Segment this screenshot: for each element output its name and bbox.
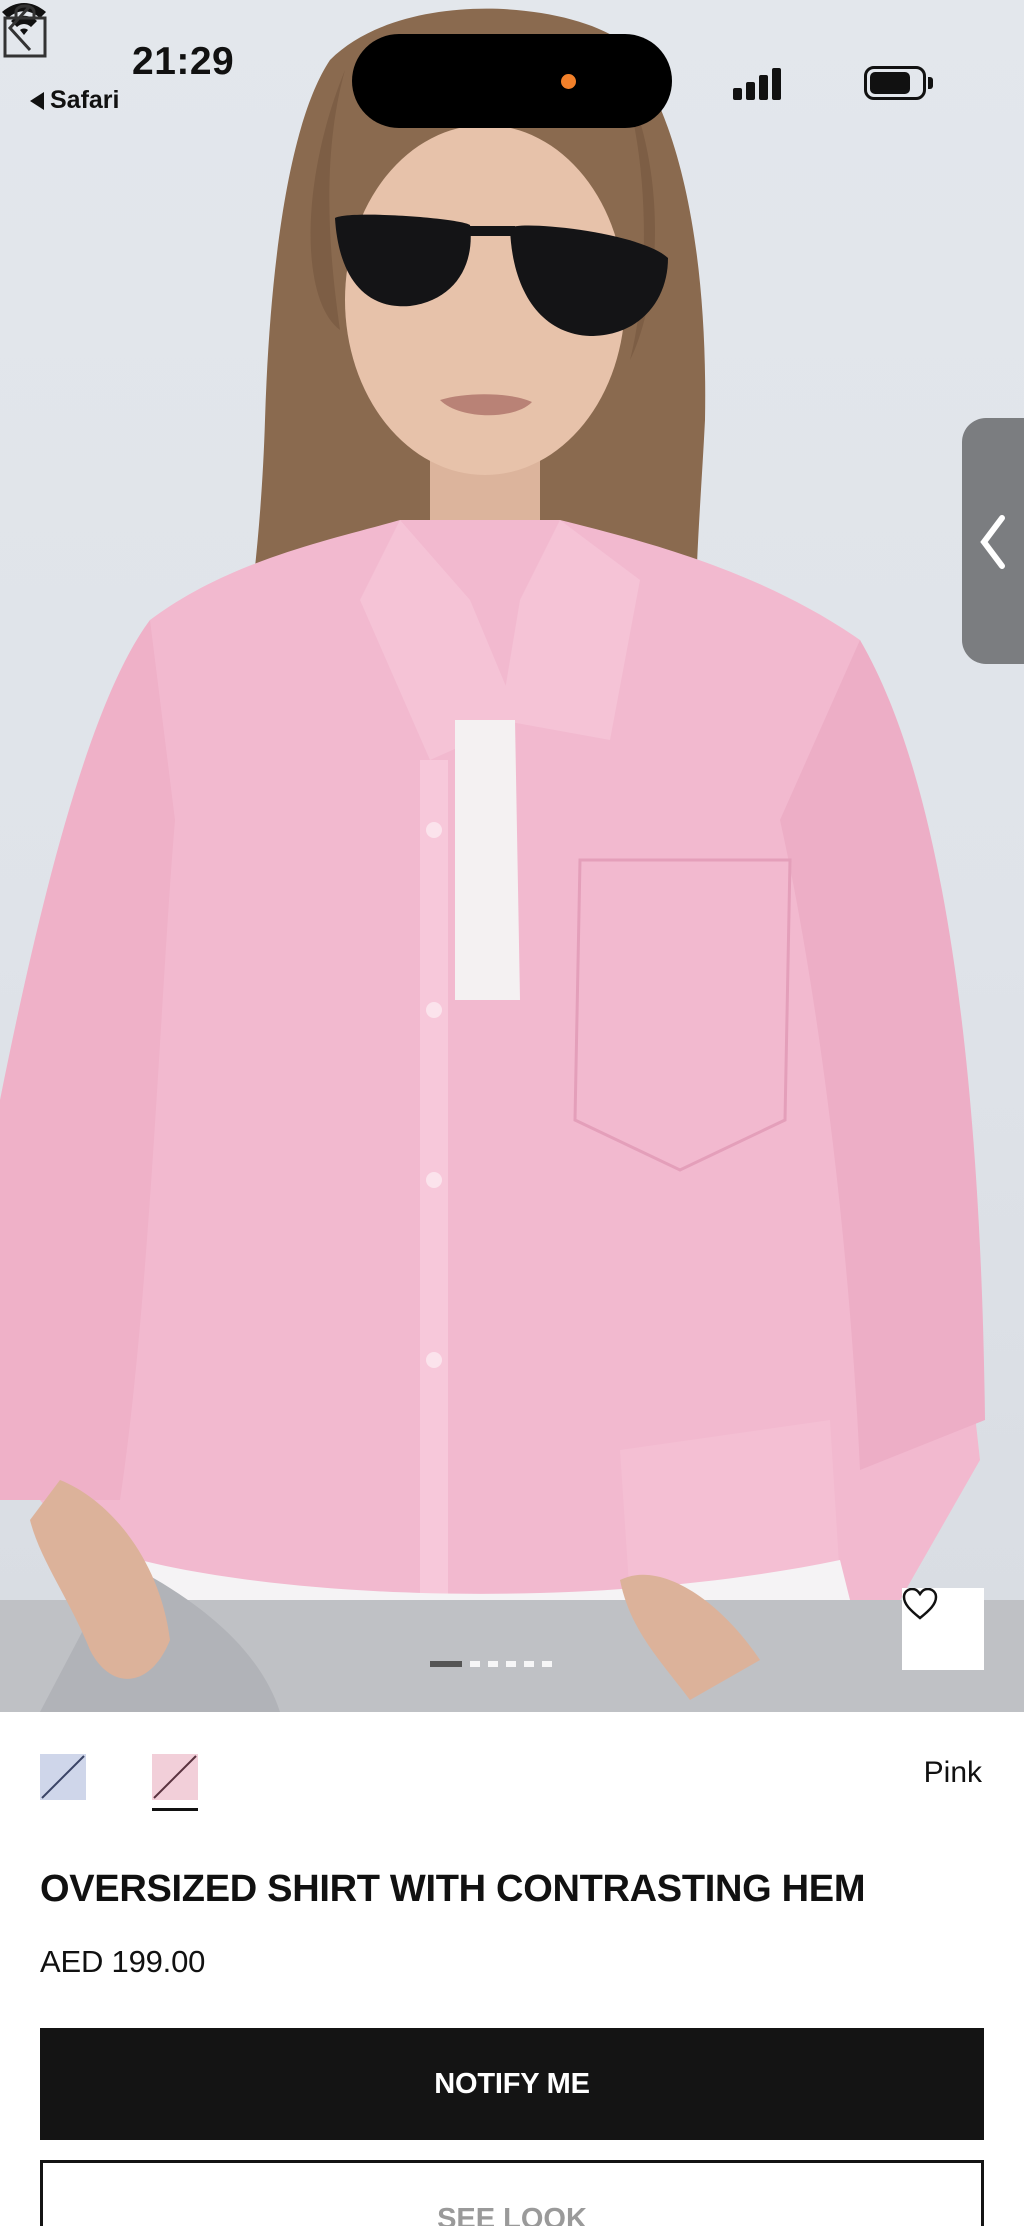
product-title: OVERSIZED SHIRT WITH CONTRASTING HEM bbox=[40, 1868, 866, 1910]
product-price: AED 199.00 bbox=[40, 1944, 206, 1979]
cellular-signal-icon bbox=[733, 66, 785, 100]
color-swatch-blue[interactable] bbox=[40, 1754, 86, 1800]
favorite-button[interactable] bbox=[902, 1588, 984, 1670]
back-to-app-button[interactable]: Safari bbox=[30, 86, 119, 115]
shopping-bag-icon[interactable] bbox=[0, 0, 50, 60]
back-triangle-icon bbox=[30, 91, 44, 110]
gallery-dot[interactable] bbox=[488, 1661, 498, 1667]
dynamic-island bbox=[352, 34, 672, 128]
status-bar: 21:29 Safari bbox=[0, 0, 1024, 130]
heart-icon bbox=[902, 1588, 938, 1620]
color-swatch-pink[interactable] bbox=[152, 1754, 198, 1800]
unavailable-slash-icon bbox=[153, 1755, 197, 1799]
gallery-dot[interactable] bbox=[542, 1661, 552, 1667]
gallery-dot[interactable] bbox=[506, 1661, 516, 1667]
model-photo-illustration bbox=[0, 8, 1024, 1712]
battery-icon bbox=[864, 66, 934, 100]
notify-me-button[interactable]: NOTIFY ME bbox=[40, 2028, 984, 2140]
gallery-pagination[interactable] bbox=[430, 1660, 552, 1668]
status-time: 21:29 bbox=[132, 40, 235, 83]
gallery-dot[interactable] bbox=[430, 1661, 462, 1667]
product-image[interactable]: 21:29 Safari bbox=[0, 0, 1024, 1712]
back-app-label: Safari bbox=[50, 86, 120, 114]
chevron-left-icon bbox=[980, 515, 1005, 569]
selected-swatch-indicator bbox=[152, 1808, 198, 1811]
product-info-panel: Pink OVERSIZED SHIRT WITH CONTRASTING HE… bbox=[0, 1712, 1024, 2226]
selected-color-label: Pink bbox=[923, 1756, 982, 1789]
recording-indicator-icon bbox=[561, 74, 576, 89]
see-look-button[interactable]: SEE LOOK bbox=[40, 2160, 984, 2226]
see-look-label: SEE LOOK bbox=[437, 2203, 587, 2226]
gallery-dot[interactable] bbox=[524, 1661, 534, 1667]
unavailable-slash-icon bbox=[41, 1755, 85, 1799]
side-drawer-handle[interactable] bbox=[962, 418, 1024, 664]
gallery-dot[interactable] bbox=[470, 1661, 480, 1667]
